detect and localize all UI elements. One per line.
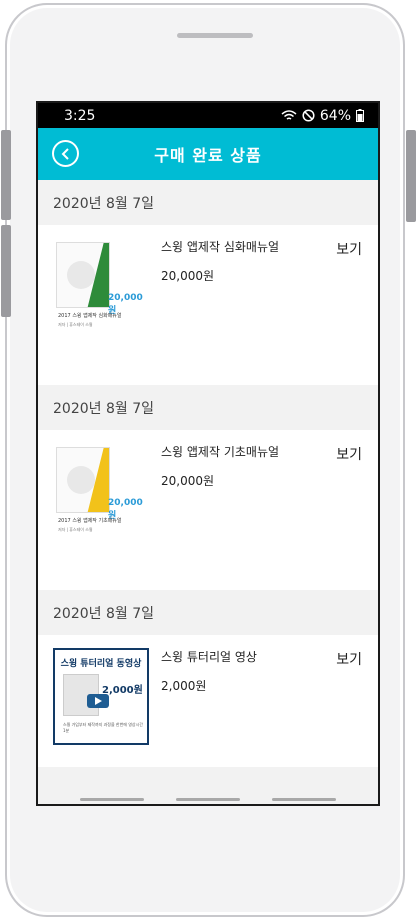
product-price: 2,000원 — [161, 679, 207, 693]
swing-logo-icon — [67, 466, 95, 494]
product-name: 스윙 앱제작 심화매뉴얼 — [161, 240, 280, 254]
nav-recent-button[interactable] — [80, 798, 144, 801]
product-thumbnail: 20,000원 2017 스윙 앱제작 심화매뉴얼 저자 | 휴스테이 스윙 — [56, 242, 146, 342]
volume-down-button — [1, 225, 11, 317]
screen: 3:25 64% 구매 완료 상품 2020년 8월 7일 20,000원 20… — [36, 101, 380, 806]
purchase-item[interactable]: 20,000원 2017 스윙 앱제작 심화매뉴얼 저자 | 휴스테이 스윙 스… — [38, 225, 378, 385]
book-cover — [56, 447, 110, 513]
nav-back-button[interactable] — [272, 798, 336, 801]
product-name: 스윙 튜터리얼 영상 — [161, 650, 257, 664]
page-title: 구매 완료 상품 — [154, 146, 262, 165]
video-thumbnail: 스윙 튜터리얼 동영상 2,000원 스윙 가입부터 제작까지 과정을 한번에 … — [53, 648, 149, 745]
status-time: 3:25 — [64, 107, 96, 124]
app-bar: 구매 완료 상품 — [38, 128, 378, 180]
purchase-date: 2020년 8월 7일 — [53, 605, 154, 622]
swing-logo-icon — [67, 261, 95, 289]
view-button[interactable]: 보기 — [336, 649, 362, 669]
do-not-disturb-icon — [302, 109, 315, 122]
video-thumbnail-desc: 스윙 가입부터 제작까지 과정을 한번에 영상시간 1분 — [63, 722, 143, 733]
video-thumbnail-title: 스윙 튜터리얼 동영상 — [60, 659, 142, 669]
thumbnail-author: 저자 | 휴스테이 스윙 — [58, 527, 93, 532]
purchase-date-header: 2020년 8월 7일 — [38, 590, 378, 635]
nav-bar — [38, 790, 378, 804]
purchase-date-header: 2020년 8월 7일 — [38, 180, 378, 225]
play-icon — [87, 694, 109, 708]
purchase-item[interactable]: 스윙 튜터리얼 동영상 2,000원 스윙 가입부터 제작까지 과정을 한번에 … — [38, 635, 378, 767]
view-button[interactable]: 보기 — [336, 239, 362, 259]
status-bar: 3:25 64% — [38, 103, 378, 128]
product-name: 스윙 앱제작 기초매뉴얼 — [161, 445, 280, 459]
volume-up-button — [1, 130, 11, 220]
nav-home-button[interactable] — [176, 798, 240, 801]
thumbnail-title: 2017 스윙 앱제작 기초매뉴얼 — [58, 518, 122, 524]
purchase-date: 2020년 8월 7일 — [53, 400, 154, 417]
book-cover — [56, 242, 110, 308]
product-price: 20,000원 — [161, 269, 215, 283]
wifi-icon — [281, 109, 297, 120]
chevron-left-icon — [61, 147, 69, 160]
thumbnail-author: 저자 | 휴스테이 스윙 — [58, 322, 93, 327]
purchase-date: 2020년 8월 7일 — [53, 195, 154, 212]
purchase-date-header: 2020년 8월 7일 — [38, 385, 378, 430]
product-info: 스윙 튜터리얼 영상 2,000원 — [161, 648, 257, 694]
back-button[interactable] — [52, 140, 79, 167]
battery-icon — [356, 109, 364, 122]
product-info: 스윙 앱제작 기초매뉴얼 20,000원 — [161, 443, 279, 489]
purchase-item[interactable]: 20,000원 2017 스윙 앱제작 기초매뉴얼 저자 | 휴스테이 스윙 스… — [38, 430, 378, 590]
battery-percent: 64% — [319, 107, 351, 124]
product-price: 20,000원 — [161, 474, 215, 488]
product-thumbnail: 20,000원 2017 스윙 앱제작 기초매뉴얼 저자 | 휴스테이 스윙 — [56, 447, 146, 547]
power-button — [406, 130, 416, 222]
thumbnail-title: 2017 스윙 앱제작 심화매뉴얼 — [58, 313, 122, 319]
video-thumbnail-price: 2,000원 — [102, 685, 143, 696]
view-button[interactable]: 보기 — [336, 444, 362, 464]
speaker-grille — [177, 33, 253, 38]
product-info: 스윙 앱제작 심화매뉴얼 20,000원 — [161, 238, 279, 284]
